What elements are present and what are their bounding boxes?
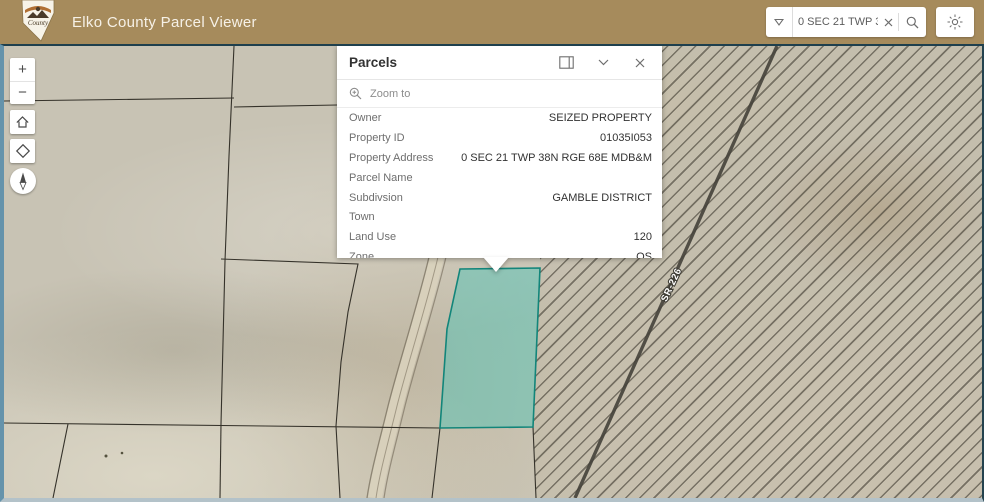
field-label: Property Address [349,152,433,164]
dock-panel-icon [559,56,574,69]
app-header: County Elko County Parcel Viewer 0 SEC 2… [0,0,984,44]
zoom-out-button[interactable]: − [10,82,35,105]
magnifier-icon [906,16,919,29]
field-row-town: Town [337,207,662,227]
field-value: GAMBLE DISTRICT [552,192,652,204]
compass-button[interactable] [10,168,36,194]
field-row-property-address: Property Address 0 SEC 21 TWP 38N RGE 68… [337,148,662,168]
field-row-owner: Owner SEIZED PROPERTY [337,108,662,128]
zoom-to-label: Zoom to [370,88,410,100]
field-value: 0 SEC 21 TWP 38N RGE 68E MDB&M [461,152,652,164]
field-value: 120 [634,231,652,243]
home-button[interactable] [10,110,35,134]
field-label: Town [349,211,375,223]
close-button[interactable] [632,55,648,71]
field-row-land-use: Land Use 120 [337,227,662,247]
locate-button[interactable] [10,139,35,163]
road-label: SR-226 [659,266,684,303]
field-row-parcel-name: Parcel Name [337,168,662,188]
field-label: Land Use [349,231,396,243]
popup-callout-pointer [483,257,509,272]
header-right-group: 0 SEC 21 TWP 38N I [766,7,976,37]
elko-county-logo-icon: County [20,0,56,42]
home-icon [15,115,30,129]
chevron-down-icon [598,59,609,66]
field-value: 01035I053 [600,132,652,144]
clear-x-icon [884,18,893,27]
popup-actions [558,55,650,71]
field-row-property-id: Property ID 01035I053 [337,128,662,148]
zoom-widget: + − [10,58,35,104]
field-value: OS [636,251,652,258]
sun-icon [947,14,963,30]
locate-diamond-icon [15,143,31,159]
parcel-viewer-app: County Elko County Parcel Viewer 0 SEC 2… [0,0,984,502]
search-box[interactable]: 0 SEC 21 TWP 38N I [766,7,926,37]
triangle-down-icon [774,18,784,26]
field-label: Property ID [349,132,405,144]
popup-header: Parcels [337,46,662,80]
field-value: SEIZED PROPERTY [549,112,652,124]
field-label: Subdivsion [349,192,403,204]
shrub-dots [105,452,124,458]
zoom-in-button[interactable]: + [10,58,35,82]
map-canvas[interactable]: SR-226 + − Parcels [0,44,984,502]
search-input[interactable]: 0 SEC 21 TWP 38N I [793,16,878,28]
compass-needle-icon [13,171,33,191]
popup-field-list: Owner SEIZED PROPERTY Property ID 01035I… [337,108,662,258]
popup-title: Parcels [349,55,558,70]
app-title: Elko County Parcel Viewer [72,14,257,31]
dirt-road-edge-east [384,257,446,498]
collapse-button[interactable] [595,55,611,71]
parcels-popup: Parcels [337,46,662,258]
search-submit-button[interactable] [899,7,926,37]
dirt-road [375,257,437,498]
selected-parcel-highlight[interactable] [440,268,540,428]
dock-button[interactable] [558,55,574,71]
close-x-icon [635,58,645,68]
search-clear-button[interactable] [878,7,898,37]
field-row-subdivision: Subdivsion GAMBLE DISTRICT [337,188,662,208]
magnifier-plus-icon [349,87,362,100]
basemap-brightness-button[interactable] [936,7,974,37]
search-source-dropdown[interactable] [766,7,793,37]
field-label: Parcel Name [349,172,413,184]
zoom-to-action[interactable]: Zoom to [337,80,662,108]
logo-caption: County [28,19,49,27]
field-label: Owner [349,112,381,124]
field-label: Zone [349,251,374,258]
